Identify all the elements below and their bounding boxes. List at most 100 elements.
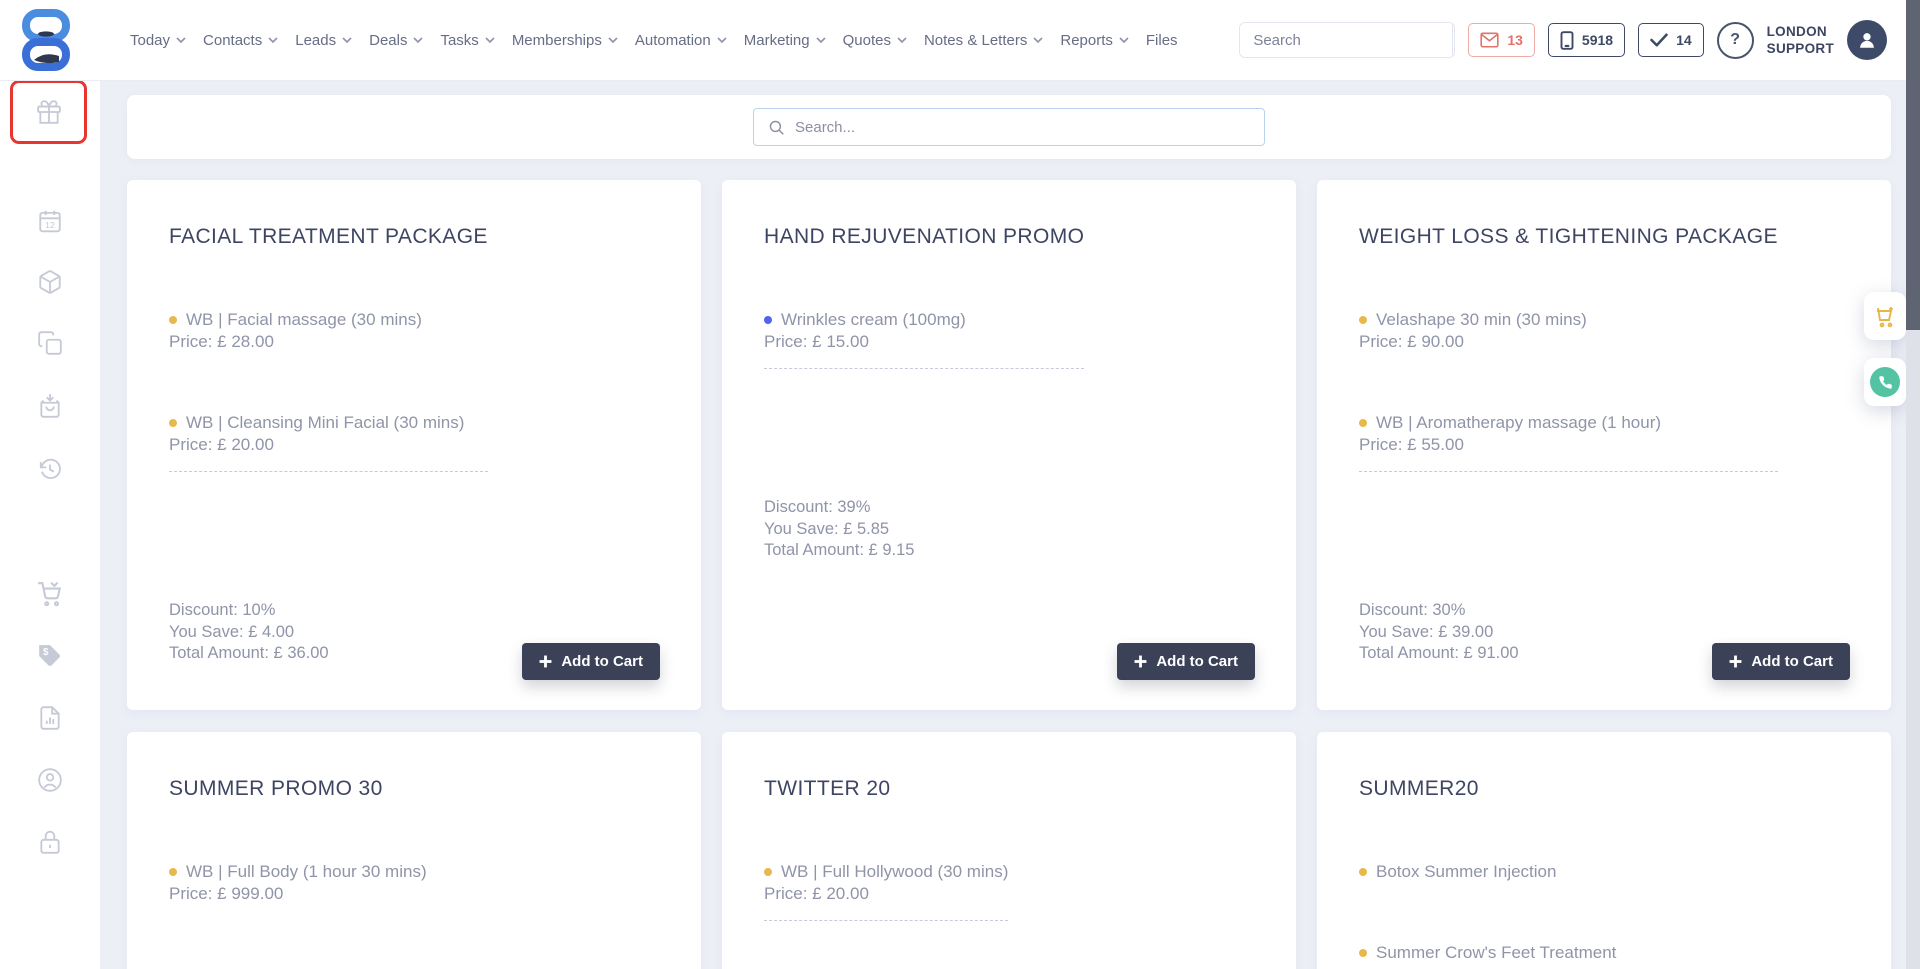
add-to-cart-button[interactable]: Add to Cart xyxy=(522,643,660,680)
cart-icon xyxy=(37,581,63,607)
sms-count: 5918 xyxy=(1582,32,1613,48)
item-name: WB | Aromatherapy massage (1 hour) xyxy=(1376,413,1661,432)
package-items: Wrinkles cream (100mg) Price: £ 15.00 xyxy=(764,309,1084,353)
sidebar-item-history[interactable] xyxy=(0,456,100,482)
avatar[interactable] xyxy=(1847,20,1887,60)
menu-item[interactable]: Notes & Letters xyxy=(924,32,1043,49)
item-bullet xyxy=(169,868,177,876)
app-logo[interactable] xyxy=(16,8,76,72)
smartphone-icon xyxy=(1560,31,1574,50)
copy-icon xyxy=(37,330,63,356)
sms-badge[interactable]: 5918 xyxy=(1548,23,1625,57)
floating-call-button[interactable] xyxy=(1864,358,1906,406)
menu-item[interactable]: Files xyxy=(1146,32,1178,49)
package-card: TWITTER 20 WB | Full Hollywood (30 mins)… xyxy=(722,732,1296,969)
package-items: WB | Full Hollywood (30 mins) Price: £ 2… xyxy=(764,861,1008,905)
sidebar-item-reports[interactable] xyxy=(0,705,100,731)
sidebar-item-lock[interactable] xyxy=(0,829,100,855)
sidebar: 12 xyxy=(0,80,100,969)
package-card: FACIAL TREATMENT PACKAGE WB | Facial mas… xyxy=(127,180,701,710)
package-title: SUMMER PROMO 30 xyxy=(169,776,427,802)
item-name: Wrinkles cream (100mg) xyxy=(781,310,966,329)
package-items: WB | Full Body (1 hour 30 mins) Price: £… xyxy=(169,861,427,905)
sidebar-item-packages[interactable] xyxy=(0,269,100,295)
sidebar-item-price-tag[interactable]: $ xyxy=(0,643,100,669)
menu-item-label: Today xyxy=(130,32,170,49)
package-item: WB | Full Hollywood (30 mins) Price: £ 2… xyxy=(764,861,1008,905)
menu-item-label: Files xyxy=(1146,32,1178,49)
top-navigation-bar: Today Contacts Leads xyxy=(0,0,1920,80)
item-name: Summer Crow's Feet Treatment xyxy=(1376,943,1616,962)
user-circle-icon xyxy=(37,767,63,793)
chevron-down-icon xyxy=(816,37,826,43)
item-bullet xyxy=(169,316,177,324)
menu-item[interactable]: Reports xyxy=(1060,32,1129,49)
envelope-icon xyxy=(1480,32,1499,48)
package-items: Velashape 30 min (30 mins) Price: £ 90.0… xyxy=(1359,309,1778,456)
package-search-input[interactable] xyxy=(795,119,1250,136)
item-bullet xyxy=(1359,949,1367,957)
account-name: LONDON SUPPORT xyxy=(1767,23,1834,57)
add-to-cart-button[interactable]: Add to Cart xyxy=(1117,643,1255,680)
item-bullet xyxy=(1359,316,1367,324)
global-search-button[interactable] xyxy=(1452,23,1455,57)
item-bullet xyxy=(1359,419,1367,427)
sidebar-item-shopping-bag[interactable] xyxy=(0,393,100,419)
package-card: WEIGHT LOSS & TIGHTENING PACKAGE Velasha… xyxy=(1317,180,1891,710)
plus-icon xyxy=(539,655,552,668)
menu-item[interactable]: Today xyxy=(130,32,186,49)
sidebar-item-duplicate[interactable] xyxy=(0,330,100,356)
price-tag-icon: $ xyxy=(37,643,63,669)
item-name: WB | Facial massage (30 mins) xyxy=(186,310,422,329)
page-scrollbar-track[interactable] xyxy=(1906,0,1920,969)
lock-icon xyxy=(37,829,63,855)
menu-item[interactable]: Quotes xyxy=(843,32,907,49)
package-item: WB | Facial massage (30 mins) Price: £ 2… xyxy=(169,309,488,353)
svg-text:12: 12 xyxy=(45,220,55,230)
package-items: WB | Facial massage (30 mins) Price: £ 2… xyxy=(169,309,488,456)
sidebar-item-calendar[interactable]: 12 xyxy=(0,208,100,234)
menu-item[interactable]: Leads xyxy=(295,32,352,49)
menu-item[interactable]: Automation xyxy=(635,32,727,49)
menu-item-label: Marketing xyxy=(744,32,810,49)
sidebar-item-cart[interactable] xyxy=(0,581,100,607)
plus-icon xyxy=(1134,655,1147,668)
item-name: WB | Full Hollywood (30 mins) xyxy=(781,862,1008,881)
package-card: HAND REJUVENATION PROMO Wrinkles cream (… xyxy=(722,180,1296,710)
chevron-down-icon xyxy=(413,37,423,43)
phone-icon xyxy=(1878,375,1893,390)
floating-cart-button[interactable] xyxy=(1864,292,1906,340)
you-save-line: You Save: £ 4.00 xyxy=(169,622,488,644)
sidebar-item-gift[interactable] xyxy=(10,80,87,144)
item-price: Price: £ 999.00 xyxy=(169,883,427,905)
item-name: WB | Full Body (1 hour 30 mins) xyxy=(186,862,427,881)
menu-item[interactable]: Marketing xyxy=(744,32,826,49)
you-save-line: You Save: £ 5.85 xyxy=(764,519,1084,541)
item-bullet xyxy=(764,868,772,876)
menu-item-label: Notes & Letters xyxy=(924,32,1027,49)
chevron-down-icon xyxy=(176,37,186,43)
page-scrollbar-thumb[interactable] xyxy=(1906,0,1920,330)
global-search-input[interactable] xyxy=(1240,23,1452,57)
menu-item-label: Tasks xyxy=(440,32,478,49)
menu-item[interactable]: Tasks xyxy=(440,32,494,49)
package-title: WEIGHT LOSS & TIGHTENING PACKAGE xyxy=(1359,224,1778,250)
global-search xyxy=(1239,22,1455,58)
main-menu: Today Contacts Leads xyxy=(130,0,1178,80)
add-to-cart-button[interactable]: Add to Cart xyxy=(1712,643,1850,680)
menu-item[interactable]: Deals xyxy=(369,32,423,49)
gift-icon xyxy=(36,99,62,125)
account-name-line1: LONDON xyxy=(1767,23,1834,40)
mail-badge[interactable]: 13 xyxy=(1468,23,1535,57)
divider xyxy=(169,471,488,472)
help-button[interactable]: ? xyxy=(1717,22,1754,59)
phone-circle xyxy=(1870,367,1900,397)
account-name-line2: SUPPORT xyxy=(1767,40,1834,57)
tasks-badge[interactable]: 14 xyxy=(1638,23,1704,57)
sidebar-item-account[interactable] xyxy=(0,767,100,793)
menu-item[interactable]: Memberships xyxy=(512,32,618,49)
item-price: Price: £ 15.00 xyxy=(764,331,1084,353)
menu-item-label: Leads xyxy=(295,32,336,49)
menu-item[interactable]: Contacts xyxy=(203,32,278,49)
chevron-down-icon xyxy=(342,37,352,43)
